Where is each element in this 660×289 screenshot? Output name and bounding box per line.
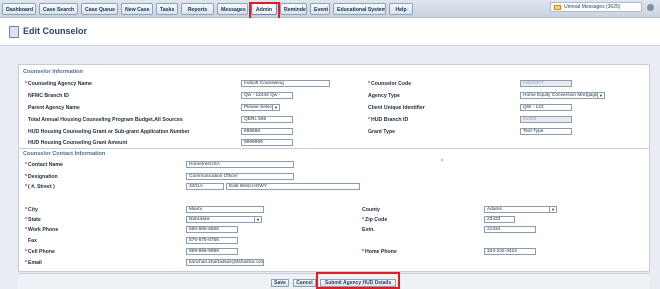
counselor-contact-panel: Counselor Contact Information *Contact N… <box>18 148 650 272</box>
user-icon[interactable] <box>647 4 654 11</box>
grant-application-label: HUD Housing Counseling Grant or Sub-gran… <box>28 129 190 135</box>
page-header: Edit Counselor <box>0 18 660 46</box>
email-field[interactable]: kanchan.khartadkar@itshastra.com <box>186 259 264 266</box>
grant-amount-field[interactable]: 9999999 <box>241 139 293 146</box>
cell-phone-label: *Cell Phone <box>25 249 55 255</box>
work-phone-field[interactable]: 666-666-6666 <box>186 226 238 233</box>
work-phone-label: *Work Phone <box>25 227 59 233</box>
tab-admin[interactable]: Admin <box>251 3 277 15</box>
street-label: *( #, Street ) <box>25 184 55 190</box>
tab-event[interactable]: Event <box>310 3 330 15</box>
parent-agency-value: Please Select <box>244 105 274 110</box>
zip-code-label: *Zip Code <box>362 217 388 223</box>
chevron-down-icon: ▼ <box>272 105 279 110</box>
extn-field[interactable]: 21334 <box>484 226 536 233</box>
hud-branch-label: *HUD Branch ID <box>368 117 409 123</box>
tab-reports[interactable]: Reports <box>181 3 214 15</box>
tab-reminder[interactable]: Reminder <box>280 3 307 15</box>
cancel-button[interactable]: Cancel <box>293 279 316 287</box>
parent-agency-select[interactable]: Please Select ▼ <box>241 104 280 111</box>
tab-case-queue[interactable]: Case Queue <box>81 3 118 15</box>
contact-name-label: *Contact Name <box>25 162 63 168</box>
grant-type-field[interactable]: Test Type <box>520 128 572 135</box>
tab-messages[interactable]: Messages <box>217 3 248 15</box>
budget-field[interactable]: QERL 555 <box>241 116 293 123</box>
grant-type-label: Grant Type <box>368 129 395 135</box>
designation-field[interactable]: Communication Officer <box>186 173 294 180</box>
tab-case-search[interactable]: Case Search <box>39 3 78 15</box>
zip-code-field[interactable]: 23423 <box>484 216 515 223</box>
contact-name-field[interactable]: HomefreeUSA <box>186 161 294 168</box>
submit-agency-hud-details-button[interactable]: Submit Agency HUD Details <box>320 279 396 287</box>
counselor-contact-header: Counselor Contact Information <box>23 151 106 157</box>
tab-dashboard[interactable]: Dashboard <box>2 3 36 15</box>
client-uid-label: Client Unique Identifier <box>368 105 425 111</box>
tab-tasks[interactable]: Tasks <box>156 3 178 15</box>
chevron-down-icon: ▼ <box>549 207 556 212</box>
hud-branch-field: 81859 <box>520 116 572 123</box>
unread-messages-link[interactable]: Unread Messages (3625) <box>550 2 642 12</box>
tab-educational-system[interactable]: Educational System <box>333 3 386 15</box>
fax-field[interactable]: 575-675-6756 <box>186 237 238 244</box>
save-button[interactable]: Save <box>271 279 289 287</box>
grant-amount-label: HUD Housing Counseling Grant Amount <box>28 140 128 146</box>
budget-label: Total Annual Housing Counseling Program … <box>28 117 183 123</box>
home-phone-field[interactable]: 344-242-3423 <box>484 248 536 255</box>
county-label: County <box>362 207 380 213</box>
divider-dot <box>441 159 443 161</box>
street-name-field[interactable]: East West HGWY <box>226 183 360 190</box>
fax-label: Fax <box>28 238 37 244</box>
agency-type-label: Agency Type <box>368 93 400 99</box>
email-label: *Email <box>25 260 42 266</box>
top-navigation-bar: Dashboard Case Search Case Queue New Cas… <box>0 0 660 18</box>
street-number-field[interactable]: 3401A <box>186 183 224 190</box>
envelope-icon <box>554 5 561 10</box>
city-label: *City <box>25 207 38 213</box>
city-field[interactable]: Miami <box>186 206 264 213</box>
agency-type-select[interactable]: Home Equity Conversion Mortgage ▼ <box>520 92 605 99</box>
page-title: Edit Counselor <box>23 26 88 36</box>
unread-messages-text: Unread Messages (3625) <box>564 4 621 10</box>
state-select[interactable]: Nebraska ▼ <box>186 216 262 223</box>
tab-new-case[interactable]: New Case <box>121 3 153 15</box>
chevron-down-icon: ▼ <box>254 217 261 222</box>
nfmc-branch-label: NFMC Branch ID <box>28 93 69 99</box>
counselor-information-panel: Counselor Information *Counseling Agency… <box>18 64 650 150</box>
cell-phone-field[interactable]: 999-999-9999 <box>186 248 238 255</box>
agency-name-label: *Counseling Agency Name <box>25 81 92 87</box>
county-select[interactable]: Adams ▼ <box>484 206 557 213</box>
client-uid-field[interactable]: QW - 123 <box>520 104 572 111</box>
counselor-code-field: INDSOFT <box>520 80 572 87</box>
counselor-code-label: *Counselor Code <box>368 81 412 87</box>
tab-help[interactable]: Help <box>389 3 413 15</box>
state-label: *State <box>25 217 41 223</box>
nfmc-branch-field[interactable]: Qw - 12444 Qw - <box>241 92 293 99</box>
grant-application-field[interactable]: 888888 <box>241 128 293 135</box>
designation-label: *Designation <box>25 174 58 180</box>
agency-name-field[interactable]: Indsoft Counseling <box>241 80 330 87</box>
agency-type-value: Home Equity Conversion Mortgage <box>523 93 598 98</box>
county-value: Adams <box>487 207 502 212</box>
extn-label: Extn. <box>362 227 375 233</box>
chevron-down-icon: ▼ <box>597 93 604 98</box>
parent-agency-label: Parent Agency Name <box>28 105 80 111</box>
home-phone-label: *Home Phone <box>362 249 397 255</box>
counselor-information-header: Counselor Information <box>23 69 83 75</box>
edit-icon <box>9 26 19 38</box>
state-value: Nebraska <box>189 217 210 222</box>
